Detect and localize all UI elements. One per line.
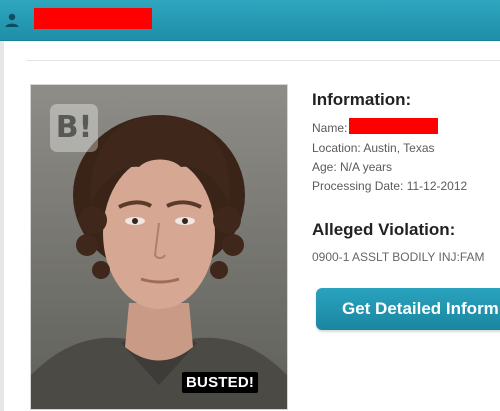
busted-badge: BUSTED!: [182, 372, 259, 393]
redacted-title: [34, 8, 152, 29]
information-heading: Information:: [312, 90, 412, 109]
sidebar-edge: [0, 41, 4, 411]
location-text: Location: Austin, Texas: [312, 141, 435, 155]
violation-heading: Alleged Violation:: [312, 220, 456, 239]
name-label: Name:: [312, 121, 348, 135]
watermark-logo: B!: [50, 104, 98, 152]
processing-date-text: Processing Date: 11-12-2012: [312, 179, 468, 193]
violation-text: 0900-1 ASSLT BODILY INJ:FAM: [312, 250, 485, 264]
redacted-name: [349, 118, 438, 134]
user-icon[interactable]: [4, 12, 20, 28]
divider: [26, 60, 500, 61]
age-text: Age: N/A years: [312, 160, 393, 174]
get-detailed-info-button[interactable]: Get Detailed Inform: [316, 288, 500, 330]
top-bar: [0, 0, 500, 41]
